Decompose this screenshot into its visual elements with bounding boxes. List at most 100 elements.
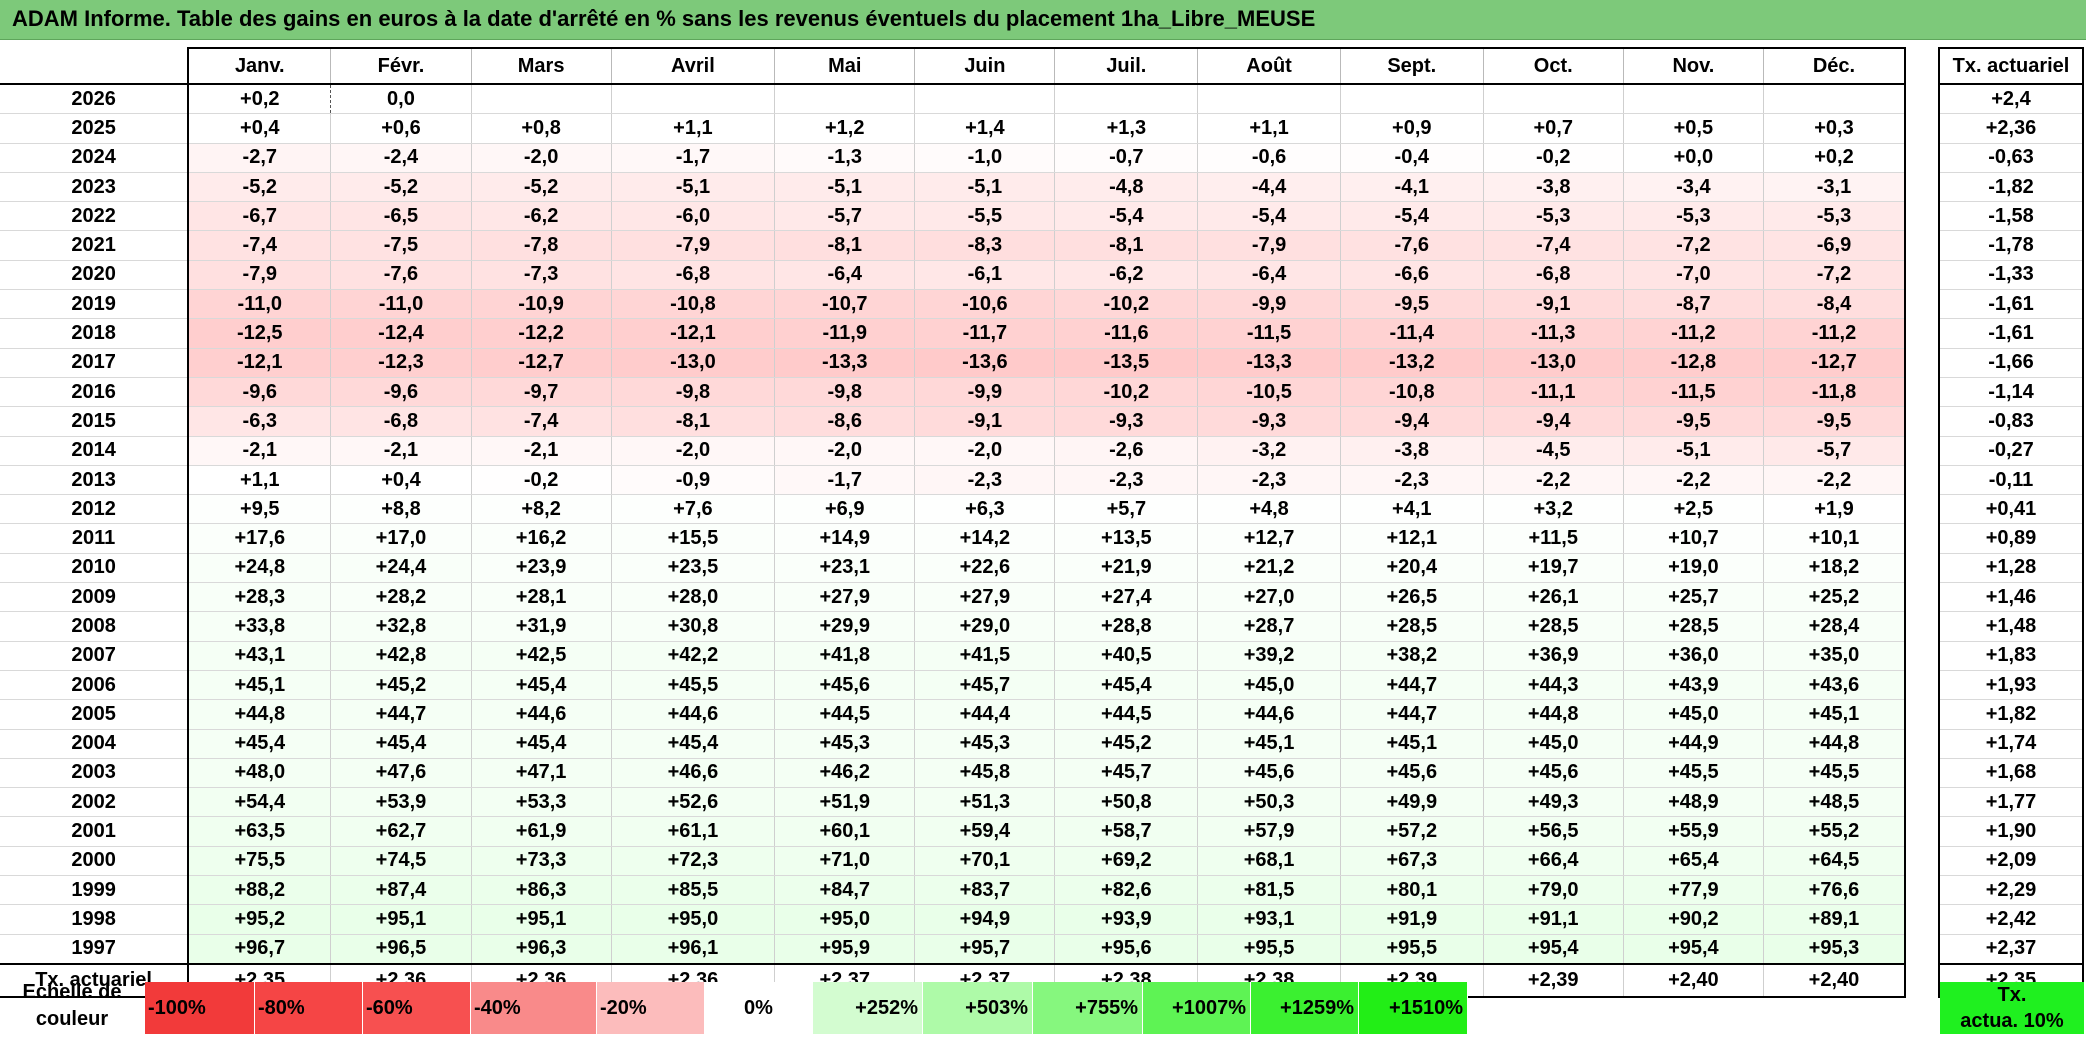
scale-swatch: -80% bbox=[255, 982, 363, 1034]
gain-cell: -7,4 bbox=[1483, 230, 1624, 261]
actuarial-rate-cell: +2,37 bbox=[1938, 934, 2084, 965]
gain-cell: +21,2 bbox=[1197, 553, 1341, 584]
gain-cell: -11,5 bbox=[1197, 318, 1341, 349]
actuarial-rate-cell: +2,29 bbox=[1938, 875, 2084, 906]
gain-cell: +50,3 bbox=[1197, 787, 1341, 818]
gain-cell: +26,5 bbox=[1340, 582, 1484, 613]
gain-cell: +63,5 bbox=[188, 816, 332, 847]
gain-cell: +55,9 bbox=[1623, 816, 1764, 847]
gain-cell: +15,5 bbox=[611, 523, 776, 554]
gain-cell: +66,4 bbox=[1483, 846, 1624, 877]
gain-cell: +28,5 bbox=[1623, 611, 1764, 642]
gain-cell: -5,7 bbox=[1763, 436, 1906, 466]
table-row: 2020 -7,9 -7,6 -7,3 -6,8 -6,4 -6,1 -6,2 -6,4 -6,6… bbox=[0, 260, 1906, 291]
gain-cell: +44,7 bbox=[1340, 670, 1484, 701]
gain-cell: -9,9 bbox=[914, 377, 1056, 408]
gain-cell: -12,8 bbox=[1623, 348, 1764, 378]
month-header: Janv. bbox=[188, 47, 332, 85]
gain-cell: +27,9 bbox=[774, 582, 916, 613]
gain-cell: +45,0 bbox=[1623, 699, 1764, 730]
gain-cell: +27,4 bbox=[1054, 582, 1199, 613]
year-label: 2000 bbox=[0, 846, 190, 877]
gain-cell: -12,3 bbox=[330, 348, 472, 378]
gain-cell: -9,3 bbox=[1054, 406, 1199, 437]
gain-cell: +45,6 bbox=[774, 670, 916, 701]
actuarial-rate-cell: +1,83 bbox=[1938, 641, 2084, 671]
gain-cell: +0,4 bbox=[188, 113, 332, 144]
gain-cell: -2,0 bbox=[774, 436, 916, 466]
gain-cell: -4,1 bbox=[1340, 172, 1484, 203]
gain-cell: -13,3 bbox=[1197, 348, 1341, 378]
gain-cell: -13,0 bbox=[1483, 348, 1624, 378]
side-row: +1,93 bbox=[1938, 670, 2084, 701]
gain-cell: +87,4 bbox=[330, 875, 472, 906]
gain-cell: -10,7 bbox=[774, 289, 916, 320]
actuarial-rate-cell: +1,48 bbox=[1938, 611, 2084, 642]
gain-cell: +45,5 bbox=[611, 670, 776, 701]
gain-cell: +53,3 bbox=[471, 787, 612, 818]
gain-cell: -5,1 bbox=[914, 172, 1056, 203]
gain-cell: +61,9 bbox=[471, 816, 612, 847]
gain-cell: +79,0 bbox=[1483, 875, 1624, 906]
actuarial-rate-cell: +0,89 bbox=[1938, 523, 2084, 554]
gain-cell: +45,6 bbox=[1483, 758, 1624, 789]
gain-cell: +0,4 bbox=[330, 465, 472, 496]
gain-cell: +24,8 bbox=[188, 553, 332, 584]
gain-cell: +24,4 bbox=[330, 553, 472, 584]
table-row: 2016 -9,6 -9,6 -9,7 -9,8 -9,8 -9,9 -10,2 -10,5 -1… bbox=[0, 377, 1906, 408]
year-label: 2026 bbox=[0, 84, 190, 115]
gain-cell: -6,2 bbox=[1054, 260, 1199, 291]
gain-cell: +25,2 bbox=[1763, 582, 1906, 613]
gain-cell: +45,5 bbox=[1623, 758, 1764, 789]
actuarial-legend: Tx. actua. 10% bbox=[1940, 982, 2084, 1034]
gain-cell: -9,1 bbox=[1483, 289, 1624, 320]
gain-cell: -9,4 bbox=[1483, 406, 1624, 437]
gain-cell: +50,8 bbox=[1054, 787, 1199, 818]
gain-cell: -9,3 bbox=[1197, 406, 1341, 437]
gain-cell: +81,5 bbox=[1197, 875, 1341, 906]
side-row: -1,78 bbox=[1938, 230, 2084, 261]
gain-cell: +95,5 bbox=[1340, 934, 1484, 965]
gain-cell: -6,5 bbox=[330, 201, 472, 232]
gain-cell bbox=[1340, 84, 1484, 115]
gain-cell: -12,4 bbox=[330, 318, 472, 349]
gain-cell: -5,4 bbox=[1054, 201, 1199, 232]
gain-cell: -3,1 bbox=[1763, 172, 1906, 203]
gain-cell: +1,9 bbox=[1763, 494, 1906, 525]
gain-cell: -5,3 bbox=[1763, 201, 1906, 232]
scale-swatch: -60% bbox=[363, 982, 471, 1034]
gain-cell: +14,2 bbox=[914, 523, 1056, 554]
gain-cell bbox=[1623, 84, 1764, 115]
actuarial-rate-cell: +1,28 bbox=[1938, 553, 2084, 584]
gain-cell: -5,1 bbox=[1623, 436, 1764, 466]
gain-cell: +32,8 bbox=[330, 611, 472, 642]
gain-cell: -2,2 bbox=[1623, 465, 1764, 496]
month-header: Août bbox=[1197, 47, 1341, 85]
gain-cell: -1,7 bbox=[774, 465, 916, 496]
month-header: Sept. bbox=[1340, 47, 1484, 85]
gain-cell: -4,5 bbox=[1483, 436, 1624, 466]
gain-cell: +1,4 bbox=[914, 113, 1056, 144]
gain-cell: -2,1 bbox=[471, 436, 612, 466]
scale-swatch: +1007% bbox=[1143, 982, 1251, 1034]
gain-cell: +96,7 bbox=[188, 934, 332, 965]
gain-cell: +9,5 bbox=[188, 494, 332, 525]
gain-cell: +76,6 bbox=[1763, 875, 1906, 906]
gain-cell: -0,7 bbox=[1054, 143, 1199, 173]
gain-cell: +90,2 bbox=[1623, 904, 1764, 935]
gain-cell: +44,6 bbox=[471, 699, 612, 730]
side-row: -1,14 bbox=[1938, 377, 2084, 408]
gain-cell: +82,6 bbox=[1054, 875, 1199, 906]
gain-cell: +95,9 bbox=[774, 934, 916, 965]
gain-cell: +88,2 bbox=[188, 875, 332, 906]
table-row: 2009 +28,3 +28,2 +28,1 +28,0 +27,9 +27,9 +27,4 +… bbox=[0, 582, 1906, 613]
gain-cell: +95,0 bbox=[611, 904, 776, 935]
gain-cell: -2,2 bbox=[1483, 465, 1624, 496]
actuarial-rate-cell: +2,36 bbox=[1938, 113, 2084, 144]
gain-cell: +36,9 bbox=[1483, 641, 1624, 671]
gain-cell: +45,7 bbox=[1054, 758, 1199, 789]
side-row: -1,66 bbox=[1938, 348, 2084, 378]
gain-cell: +95,7 bbox=[914, 934, 1056, 965]
gain-cell: +95,4 bbox=[1483, 934, 1624, 965]
actuarial-rate-cell: +1,77 bbox=[1938, 787, 2084, 818]
